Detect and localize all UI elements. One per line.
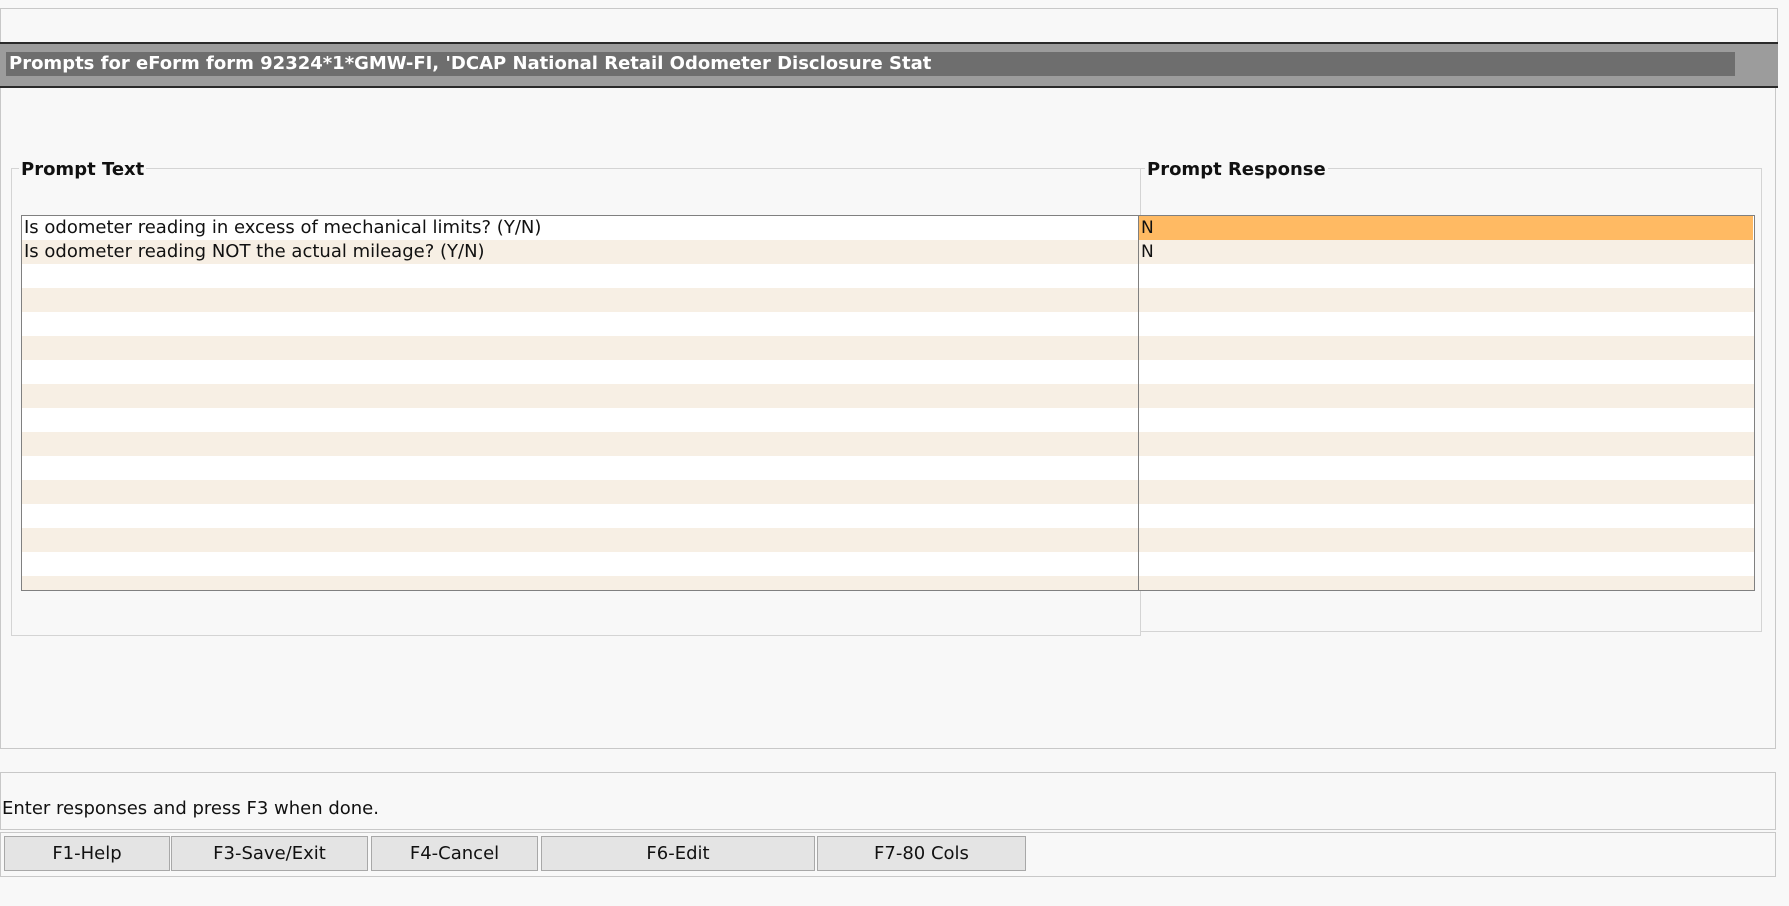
table-row: Is odometer reading NOT the actual milea… (22, 240, 1754, 264)
table-row (22, 552, 1754, 576)
prompt-response-field[interactable] (1139, 336, 1753, 360)
f4-cancel-button[interactable]: F4-Cancel (371, 836, 538, 871)
prompt-response-field[interactable] (1139, 480, 1753, 504)
table-row (22, 576, 1754, 590)
prompt-response-field[interactable] (1139, 360, 1753, 384)
table-row (22, 336, 1754, 360)
f1-help-button[interactable]: F1-Help (4, 836, 170, 871)
prompt-response-field[interactable] (1139, 576, 1753, 590)
prompt-response-field[interactable]: N (1139, 240, 1753, 264)
table-row (22, 312, 1754, 336)
prompt-response-field[interactable] (1139, 264, 1753, 288)
table-row (22, 408, 1754, 432)
table-row (22, 432, 1754, 456)
title-bar: Prompts for eForm form 92324*1*GMW-FI, '… (0, 42, 1778, 88)
prompt-response-field[interactable] (1139, 288, 1753, 312)
prompt-response-field[interactable] (1139, 408, 1753, 432)
table-row (22, 264, 1754, 288)
table-row (22, 456, 1754, 480)
table-row (22, 528, 1754, 552)
prompt-response-field[interactable] (1139, 552, 1753, 576)
prompt-response-field[interactable] (1139, 312, 1753, 336)
f7-80-cols-button[interactable]: F7-80 Cols (817, 836, 1026, 871)
table-row (22, 288, 1754, 312)
prompt-response-field[interactable] (1139, 456, 1753, 480)
prompt-response-field[interactable] (1139, 504, 1753, 528)
window-title: Prompts for eForm form 92324*1*GMW-FI, '… (6, 52, 1735, 76)
prompt-text-header: Prompt Text (19, 159, 147, 181)
prompt-text-cell: Is odometer reading in excess of mechani… (24, 217, 542, 238)
table-row: Is odometer reading in excess of mechani… (22, 216, 1754, 240)
prompt-response-field[interactable] (1139, 528, 1753, 552)
prompt-text-cell: Is odometer reading NOT the actual milea… (24, 241, 485, 262)
f3-save-exit-button[interactable]: F3-Save/Exit (171, 836, 368, 871)
top-bar (0, 8, 1778, 43)
prompt-response-field[interactable]: N (1139, 216, 1753, 240)
table-row (22, 384, 1754, 408)
f6-edit-button[interactable]: F6-Edit (541, 836, 815, 871)
prompt-grid: Is odometer reading in excess of mechani… (21, 215, 1755, 591)
column-divider (1138, 216, 1139, 590)
table-row (22, 504, 1754, 528)
prompt-response-field[interactable] (1139, 432, 1753, 456)
prompt-response-field[interactable] (1139, 384, 1753, 408)
prompt-response-header: Prompt Response (1145, 159, 1328, 181)
table-row (22, 360, 1754, 384)
status-message: Enter responses and press F3 when done. (2, 798, 379, 819)
table-row (22, 480, 1754, 504)
